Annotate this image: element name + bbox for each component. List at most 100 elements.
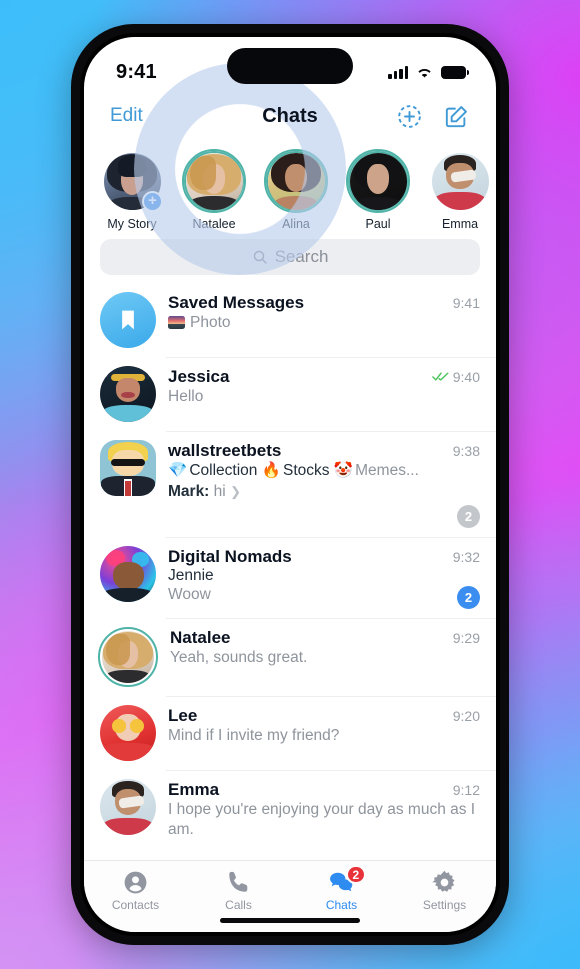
chat-time: 9:20	[452, 707, 480, 724]
story-item-alina[interactable]: Alina	[264, 149, 328, 231]
unread-badge: 2	[457, 585, 480, 609]
table-row[interactable]: Lee 9:20 Mind if I invite my friend?	[84, 695, 496, 770]
story-avatar-ring: +	[100, 149, 164, 213]
avatar	[100, 292, 156, 348]
tab-calls[interactable]: Calls	[187, 868, 290, 912]
story-item-natalee[interactable]: Natalee	[182, 149, 246, 231]
nav-actions	[396, 103, 470, 130]
topic-emoji-stocks: 🔥	[261, 462, 281, 479]
avatar	[98, 626, 158, 687]
chat-preview: I hope you're enjoying your day as much …	[168, 800, 476, 839]
row-meta: 9:32	[445, 549, 480, 565]
table-row[interactable]: Natalee 9:29 Yeah, sounds great.	[84, 617, 496, 696]
row-content: Digital Nomads 9:32 Jennie Woow 2	[168, 546, 480, 609]
table-row[interactable]: Digital Nomads 9:32 Jennie Woow 2	[84, 537, 496, 618]
phone-bezel: 9:41 Edit Chats + My Story Natalee Alina…	[80, 33, 500, 936]
add-story-plus-icon[interactable]: +	[142, 191, 163, 212]
chat-name: Lee	[168, 705, 198, 725]
row-meta: 9:40	[424, 369, 480, 385]
chat-list[interactable]: Saved Messages 9:41 Photo Jessica 9:40 H…	[84, 283, 496, 860]
tab-label: Chats	[325, 898, 358, 912]
story-item-emma[interactable]: Emma	[428, 149, 492, 231]
compose-icon[interactable]	[443, 103, 470, 130]
story-label: Emma	[441, 217, 479, 231]
avatar	[100, 440, 156, 496]
avatar	[185, 152, 243, 210]
row-meta: 9:38	[445, 443, 480, 459]
search-bar-container: Search	[84, 237, 496, 283]
row-content: wallstreetbets 9:38 💎 Collection 🔥 Stocks …	[168, 440, 480, 529]
row-header: Emma 9:12	[168, 780, 480, 800]
double-check-icon	[431, 372, 449, 381]
row-meta: 9:29	[445, 630, 480, 646]
avatar	[100, 704, 156, 761]
story-avatar-ring	[428, 149, 492, 213]
contacts-icon	[124, 871, 147, 894]
table-row[interactable]: wallstreetbets 9:38 💎 Collection 🔥 Stocks …	[84, 431, 496, 537]
chat-preview: Yeah, sounds great.	[170, 648, 308, 666]
search-placeholder: Search	[274, 247, 329, 266]
row-header: Natalee 9:29	[170, 628, 480, 648]
dynamic-island	[227, 48, 353, 84]
story-item-my-story[interactable]: + My Story	[100, 149, 164, 231]
row-header: Jessica 9:40	[168, 367, 480, 387]
tab-icon-wrap	[187, 868, 290, 897]
chat-name: Saved Messages	[168, 293, 305, 312]
chat-time: 9:32	[452, 549, 480, 566]
chat-last-message: Mark: hi ❯	[168, 482, 480, 503]
digital-nomads-avatar	[100, 546, 156, 603]
row-content: Lee 9:20 Mind if I invite my friend?	[168, 705, 480, 761]
avatar	[100, 366, 156, 422]
chat-time: 9:40	[452, 368, 480, 385]
stories-row[interactable]: + My Story Natalee Alina Paul Emma	[84, 139, 496, 237]
story-avatar-ring	[182, 149, 246, 213]
row-meta: 9:12	[445, 782, 480, 798]
chat-time: 9:38	[452, 443, 480, 459]
status-bar-time: 9:41	[116, 60, 157, 83]
search-input[interactable]: Search	[100, 239, 480, 275]
natalee-avatar	[102, 630, 154, 683]
unread-badge: 2	[457, 505, 480, 529]
avatar	[100, 546, 156, 603]
add-story-icon[interactable]	[396, 103, 423, 130]
row-content: Saved Messages 9:41 Photo	[168, 292, 480, 348]
navigation-bar: Edit Chats	[84, 93, 496, 139]
message-sender: Jennie	[168, 567, 214, 585]
phone-icon	[229, 871, 248, 892]
row-meta: 9:20	[445, 708, 480, 724]
home-indicator	[220, 918, 360, 923]
tab-icon-wrap: 2	[290, 865, 393, 897]
chat-preview: Hello	[168, 388, 204, 405]
status-bar-indicators	[388, 65, 469, 79]
story-item-paul[interactable]: Paul	[346, 149, 410, 231]
story-label: Alina	[282, 217, 310, 231]
chat-preview: Mind if I invite my friend?	[168, 726, 340, 744]
table-row[interactable]: Jessica 9:40 Hello	[84, 357, 496, 431]
topic-emoji-collection: 💎	[168, 462, 188, 479]
phone-screen: 9:41 Edit Chats + My Story Natalee Alina…	[84, 37, 496, 932]
story-label: My Story	[107, 217, 157, 231]
chat-time: 9:12	[452, 781, 480, 798]
table-row[interactable]: Saved Messages 9:41 Photo	[84, 283, 496, 357]
tab-contacts[interactable]: Contacts	[84, 868, 187, 912]
phone-frame: 9:41 Edit Chats + My Story Natalee Alina…	[71, 24, 509, 945]
tab-chats[interactable]: 2 Chats	[290, 865, 393, 912]
cellular-bars-icon	[388, 65, 408, 79]
story-avatar-ring	[264, 149, 328, 213]
chat-name: Digital Nomads	[168, 547, 292, 567]
chat-time: 9:41	[452, 295, 480, 311]
tab-settings[interactable]: Settings	[393, 868, 496, 912]
chat-name: Natalee	[170, 627, 231, 647]
row-meta: 9:41	[445, 295, 480, 311]
table-row[interactable]: Emma 9:12 I hope you're enjoying your da…	[84, 769, 496, 850]
row-header: wallstreetbets 9:38	[168, 441, 480, 461]
badge-slot: 2	[168, 585, 480, 609]
topic-label-stocks: Stocks	[283, 462, 330, 479]
bookmark-icon	[122, 310, 134, 330]
edit-button[interactable]: Edit	[110, 105, 143, 127]
row-content: Emma 9:12 I hope you're enjoying your da…	[168, 779, 480, 841]
row-content: Jessica 9:40 Hello	[168, 366, 480, 422]
tab-badge: 2	[345, 865, 367, 884]
badge-slot: 2	[168, 505, 480, 529]
row-header: Saved Messages 9:41	[168, 293, 480, 313]
